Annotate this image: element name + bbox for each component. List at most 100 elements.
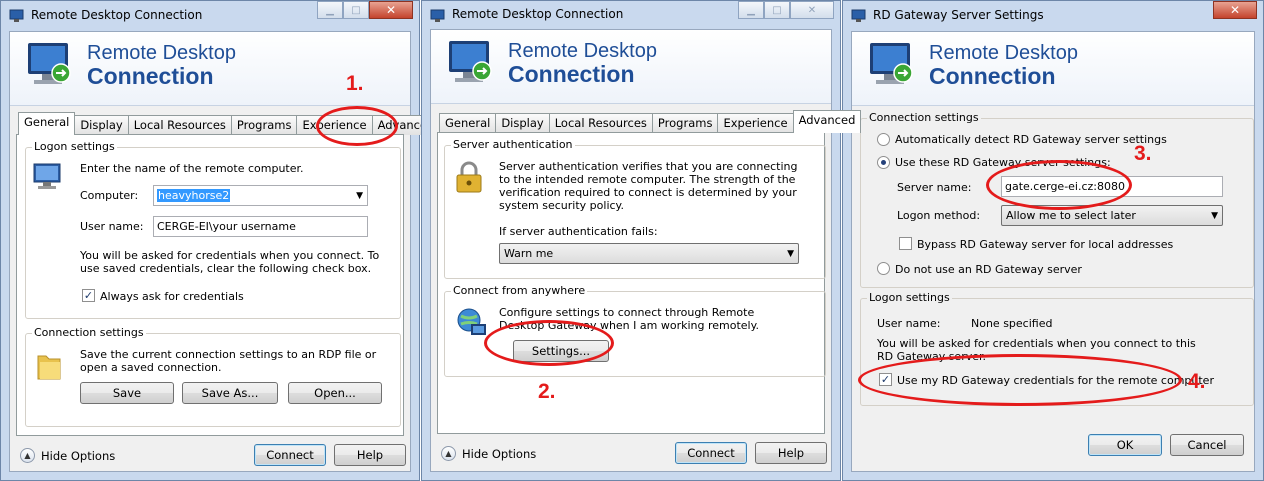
credentials-note: You will be asked for credentials when y… — [80, 249, 380, 275]
username-field[interactable]: CERGE-EI\your username — [153, 216, 368, 237]
globe-computer-icon — [457, 308, 486, 335]
annotation-step-1: 1. — [346, 72, 364, 95]
user-name-value: None specified — [971, 317, 1053, 330]
auth-fail-select[interactable]: Warn me ▼ — [499, 243, 799, 264]
banner-title-line2: Connection — [508, 61, 635, 87]
cancel-button[interactable]: Cancel — [1170, 434, 1244, 456]
annotation-step-2: 2. — [538, 380, 556, 403]
use-these-settings-radio[interactable] — [877, 156, 890, 169]
help-button[interactable]: Help — [334, 444, 406, 466]
close-button[interactable]: ✕ — [790, 1, 834, 19]
window-title: RD Gateway Server Settings — [873, 8, 1044, 22]
settings-button[interactable]: Settings... — [513, 340, 609, 362]
tab-local-resources[interactable]: Local Resources — [548, 113, 653, 133]
group-label: Connection settings — [867, 111, 981, 124]
tab-panel-advanced: Server authentication Server authenticat… — [437, 132, 826, 434]
minimize-button[interactable]: ▁ — [738, 1, 764, 19]
window-title: Remote Desktop Connection — [452, 7, 624, 21]
window-title: Remote Desktop Connection — [31, 8, 203, 22]
no-gateway-label: Do not use an RD Gateway server — [895, 263, 1082, 276]
save-as-button[interactable]: Save As... — [182, 382, 278, 404]
tab-display[interactable]: Display — [495, 113, 550, 133]
tab-local-resources[interactable]: Local Resources — [127, 115, 232, 135]
banner: Remote Desktop Connection — [852, 32, 1254, 106]
hide-options-toggle[interactable]: ▲ Hide Options — [441, 446, 536, 461]
chevron-down-icon[interactable]: ▼ — [356, 187, 363, 205]
logon-intro-text: Enter the name of the remote computer. — [80, 162, 304, 175]
logon-method-value: Allow me to select later — [1006, 209, 1136, 222]
group-label: Server authentication — [451, 138, 575, 151]
use-these-settings-label: Use these RD Gateway server settings: — [895, 156, 1111, 169]
banner-title-line2: Connection — [929, 63, 1056, 89]
hide-options-label: Hide Options — [41, 448, 116, 463]
connection-settings-text: Save the current connection settings to … — [80, 348, 377, 374]
group-label: Connect from anywhere — [451, 284, 588, 297]
banner-title-line2: Connection — [87, 63, 214, 89]
close-button[interactable]: ✕ — [1213, 1, 1257, 19]
group-label: Logon settings — [32, 140, 117, 153]
tab-general[interactable]: General — [439, 113, 497, 133]
tab-display[interactable]: Display — [74, 115, 129, 135]
server-auth-text: Server authentication verifies that you … — [499, 160, 798, 212]
use-gateway-credentials-checkbox[interactable]: ✓ — [879, 373, 892, 386]
hide-options-label: Hide Options — [462, 446, 537, 461]
chevron-up-icon: ▲ — [441, 446, 456, 461]
auto-detect-radio[interactable] — [877, 133, 890, 146]
connect-button[interactable]: Connect — [675, 442, 747, 464]
logon-method-select[interactable]: Allow me to select later ▼ — [1001, 205, 1223, 226]
maximize-button[interactable]: □ — [343, 1, 369, 19]
padlock-icon — [456, 161, 482, 193]
computer-combobox[interactable]: heavyhorse2 ▼ — [153, 185, 368, 206]
save-button[interactable]: Save — [80, 382, 174, 404]
ok-button[interactable]: OK — [1088, 434, 1162, 456]
computer-icon — [33, 163, 61, 189]
app-icon — [9, 9, 24, 22]
remote-desktop-logo-icon — [28, 43, 71, 84]
close-button[interactable]: ✕ — [369, 1, 413, 19]
tab-programs[interactable]: Programs — [651, 113, 719, 133]
tab-general[interactable]: General — [18, 112, 76, 135]
banner-title-line1: Remote Desktop — [508, 40, 657, 62]
tab-strip: General Display Local Resources Programs… — [18, 112, 441, 135]
banner: Remote Desktop Connection — [431, 30, 831, 104]
title-bar[interactable]: RD Gateway Server Settings ✕ — [843, 1, 1263, 31]
group-label: Logon settings — [867, 291, 952, 304]
remote-desktop-logo-icon — [870, 43, 913, 84]
auth-fail-value: Warn me — [504, 247, 554, 260]
always-ask-label: Always ask for credentials — [100, 290, 244, 303]
use-gateway-credentials-label: Use my RD Gateway credentials for the re… — [897, 374, 1214, 387]
annotation-step-4: 4. — [1188, 370, 1206, 393]
logon-settings-group: Logon settings Enter the name of the rem… — [25, 140, 401, 319]
minimize-button[interactable]: ▁ — [317, 1, 343, 19]
help-button[interactable]: Help — [755, 442, 827, 464]
title-bar[interactable]: Remote Desktop Connection ▁ □ ✕ — [422, 1, 840, 31]
remote-desktop-logo-icon — [449, 41, 492, 82]
auth-fail-label: If server authentication fails: — [499, 225, 658, 238]
server-name-input[interactable]: gate.cerge-ei.cz:8080 — [1001, 176, 1223, 197]
tab-advanced[interactable]: Advanced — [792, 110, 862, 133]
chevron-down-icon: ▼ — [1211, 211, 1218, 221]
no-gateway-radio[interactable] — [877, 262, 890, 275]
tab-strip: General Display Local Resources Programs… — [439, 110, 862, 133]
connect-button[interactable]: Connect — [254, 444, 326, 466]
logon-method-label: Logon method: — [897, 209, 981, 222]
user-name-label: User name: — [877, 317, 941, 330]
tab-experience[interactable]: Experience — [296, 115, 373, 135]
computer-label: Computer: — [80, 189, 139, 202]
banner-title-line1: Remote Desktop — [87, 42, 236, 64]
always-ask-checkbox[interactable]: ✓ — [82, 289, 95, 302]
hide-options-toggle[interactable]: ▲ Hide Options — [20, 448, 115, 463]
rdc-window-advanced: Remote Desktop Connection ▁ □ ✕ Remote D… — [421, 0, 862, 481]
connect-from-anywhere-group: Connect from anywhere Configure settings… — [444, 284, 826, 377]
maximize-button[interactable]: □ — [764, 1, 790, 19]
rd-gateway-settings-window: RD Gateway Server Settings ✕ Remote Desk… — [842, 0, 1264, 481]
bypass-local-checkbox[interactable] — [899, 237, 912, 250]
app-icon — [430, 9, 445, 22]
tab-programs[interactable]: Programs — [230, 115, 298, 135]
open-button[interactable]: Open... — [288, 382, 382, 404]
gateway-connection-settings-group: Connection settings Automatically detect… — [860, 111, 1254, 288]
tab-experience[interactable]: Experience — [717, 113, 794, 133]
bypass-local-label: Bypass RD Gateway server for local addre… — [917, 238, 1174, 251]
group-label: Connection settings — [32, 326, 146, 339]
title-bar[interactable]: Remote Desktop Connection ▁ □ ✕ — [1, 1, 419, 31]
